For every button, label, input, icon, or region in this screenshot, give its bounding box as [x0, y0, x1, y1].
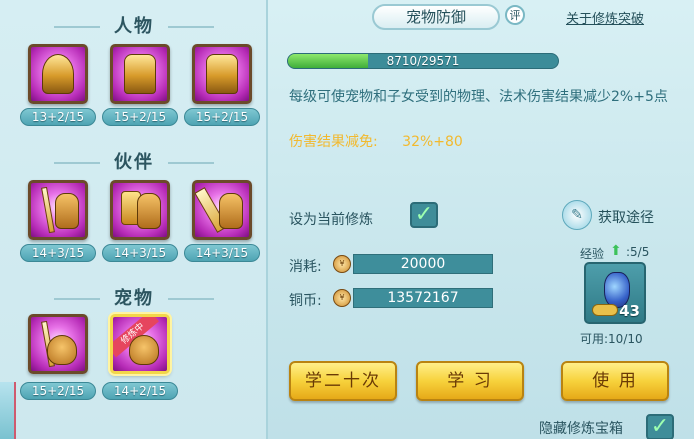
section-title-partner: 伙伴 [0, 148, 268, 174]
section-title-character: 人物 [0, 12, 268, 38]
level-pet-2: 14+2/15 [102, 382, 178, 400]
cost-value: 20000 [353, 254, 493, 274]
effect-label: 伤害结果减免: [289, 134, 378, 150]
effect-row: 伤害结果减免: 32%+80 [289, 131, 463, 151]
level-character-1: 13+2/15 [20, 108, 96, 126]
dragon-ornament [0, 382, 16, 439]
exp-progress-text: 8710/29571 [386, 54, 460, 68]
skill-title: 宠物防御 [372, 4, 500, 30]
level-partner-1: 14+3/15 [20, 244, 96, 262]
coin-icon: ¥ [333, 255, 351, 273]
use-button[interactable]: 使 用 [561, 361, 669, 401]
exp-progress-bar: 8710/29571 [287, 53, 559, 69]
treasure-exp-label: 经验 [580, 247, 605, 261]
cost-label: 消耗: [289, 259, 322, 275]
level-character-3: 15+2/15 [184, 108, 260, 126]
gold-ingot-icon [592, 304, 618, 316]
rating-badge[interactable]: 评 [505, 5, 525, 25]
skill-slot-character-1[interactable] [28, 44, 88, 104]
set-current-checkbox[interactable]: ✓ [410, 202, 438, 228]
golden-buddha-figure-icon [42, 54, 74, 94]
sword-beast-icon [41, 186, 55, 234]
set-current-label: 设为当前修炼 [289, 212, 373, 228]
copper-coin-icon: ¥ [333, 289, 351, 307]
skill-slot-partner-3[interactable] [192, 180, 252, 240]
level-partner-3: 14+3/15 [184, 244, 260, 262]
level-pet-1: 15+2/15 [20, 382, 96, 400]
up-arrow-icon: ⬆ [610, 243, 622, 259]
effect-value: 32%+80 [402, 134, 463, 150]
treasure-slot[interactable]: 43 [584, 262, 646, 324]
copper-label: 铜币: [289, 293, 322, 309]
skill-slot-partner-1[interactable] [28, 180, 88, 240]
acquire-source-link[interactable]: 获取途径 [598, 207, 654, 227]
skill-slot-pet-1[interactable] [28, 314, 88, 374]
hide-treasure-label: 隐藏修炼宝箱 [539, 421, 623, 437]
skill-slot-character-2[interactable] [110, 44, 170, 104]
learn-button[interactable]: 学 习 [416, 361, 524, 401]
golden-shield-warrior-icon [124, 54, 156, 94]
skill-slot-pet-2[interactable]: 修炼中 [110, 314, 170, 374]
skill-slot-character-3[interactable] [192, 44, 252, 104]
hide-treasure-checkbox[interactable]: ✓ [646, 414, 674, 439]
training-cat-icon [129, 335, 159, 365]
category-panel: 人物 13+2/15 15+2/15 15+2/15 伙伴 14+3/15 14… [0, 0, 268, 439]
copper-value: 13572167 [353, 288, 493, 308]
learn-twenty-button[interactable]: 学二十次 [289, 361, 397, 401]
skill-slot-partner-2[interactable] [110, 180, 170, 240]
acquire-source-icon[interactable]: ✎ [562, 200, 592, 230]
treasure-exp-count: :5/5 [626, 245, 650, 259]
level-partner-2: 14+3/15 [102, 244, 178, 262]
golden-armored-figure-icon [206, 54, 238, 94]
section-title-pet: 宠物 [0, 284, 268, 310]
breakthrough-link[interactable]: 关于修炼突破 [566, 8, 644, 27]
treasure-count: 43 [619, 302, 640, 320]
level-character-2: 15+2/15 [102, 108, 178, 126]
skill-description: 每级可使宠物和子女受到的物理、法术伤害结果减少2%+5点 [289, 89, 668, 105]
treasure-usable: 可用:10/10 [580, 332, 643, 346]
cultivation-window: 人物 13+2/15 15+2/15 15+2/15 伙伴 14+3/15 14… [0, 0, 694, 439]
